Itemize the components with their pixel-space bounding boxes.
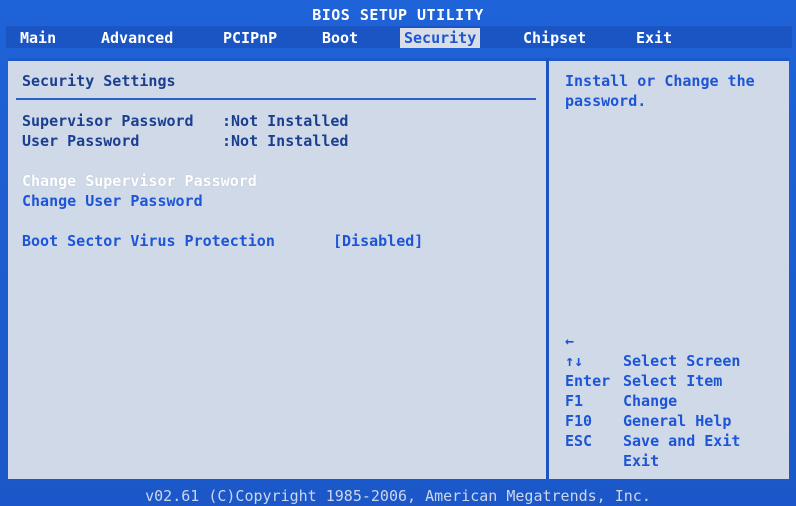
tab-chipset[interactable]: Chipset: [519, 28, 590, 48]
bios-screen: BIOS SETUP UTILITY Main Advanced PCIPnP …: [0, 0, 796, 506]
boot-sector-virus-protection-value[interactable]: [Disabled]: [333, 231, 423, 251]
copyright-footer: v02.61 (C)Copyright 1985-2006, American …: [145, 487, 651, 505]
change-user-password-item[interactable]: Change User Password: [22, 191, 203, 211]
help-key-desc: Exit: [623, 452, 660, 470]
tab-pcipnp[interactable]: PCIPnP: [219, 28, 281, 48]
help-key-row-exit: ESC Exit: [565, 411, 659, 491]
tab-main[interactable]: Main: [16, 28, 60, 48]
help-description-line1: Install or Change the: [565, 72, 755, 90]
tab-advanced[interactable]: Advanced: [97, 28, 177, 48]
tab-boot[interactable]: Boot: [318, 28, 362, 48]
help-key-desc: Save and Exit: [623, 432, 741, 450]
tab-security[interactable]: Security: [400, 28, 481, 48]
help-key-desc: Change: [623, 392, 678, 410]
supervisor-password-status: :Not Installed: [222, 112, 349, 130]
boot-sector-virus-protection-label[interactable]: Boot Sector Virus Protection: [22, 231, 275, 251]
help-description-line2: password.: [565, 92, 647, 110]
section-title: Security Settings: [22, 72, 176, 90]
tab-exit[interactable]: Exit: [632, 28, 676, 48]
help-key: ESC: [565, 432, 593, 450]
help-key-desc: Select Screen: [623, 352, 741, 370]
user-password-status: :Not Installed: [222, 132, 349, 150]
supervisor-password-label: Supervisor Password: [22, 112, 194, 130]
help-key-desc: General Help: [623, 412, 732, 430]
section-divider: [16, 98, 536, 100]
help-key-desc: Select Item: [623, 372, 723, 390]
bios-title: BIOS SETUP UTILITY: [312, 6, 484, 24]
change-supervisor-password-item[interactable]: Change Supervisor Password: [22, 171, 257, 191]
menu-bar: Main Advanced PCIPnP Boot Security Chips…: [6, 26, 792, 48]
user-password-label: User Password: [22, 132, 140, 150]
